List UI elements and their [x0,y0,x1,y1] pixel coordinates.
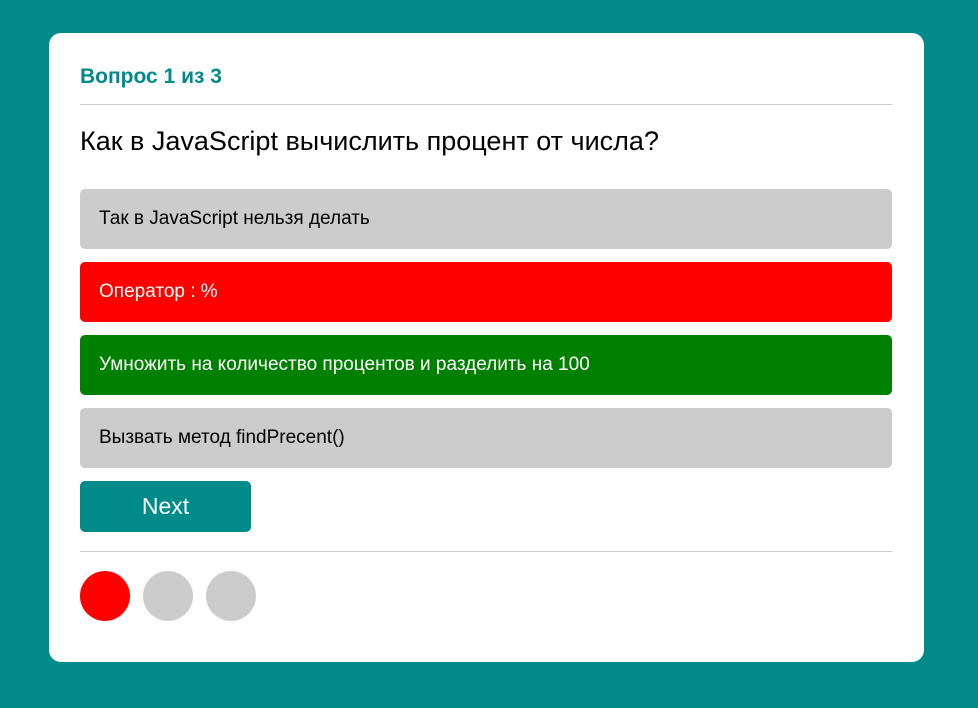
progress-indicator [80,571,893,621]
answer-options: Так в JavaScript нельзя делать Оператор … [80,189,892,468]
progress-dot-2 [143,571,193,621]
answer-option-1[interactable]: Так в JavaScript нельзя делать [80,189,892,249]
footer-divider [80,551,892,552]
quiz-card: Вопрос 1 из 3 Как в JavaScript вычислить… [49,33,924,662]
progress-dot-1 [80,571,130,621]
answer-option-2[interactable]: Оператор : % [80,262,892,322]
next-button[interactable]: Next [80,481,251,532]
answer-option-3[interactable]: Умножить на количество процентов и разде… [80,335,892,395]
header-divider [80,104,892,105]
answer-option-4[interactable]: Вызвать метод findPrecent() [80,408,892,468]
question-counter: Вопрос 1 из 3 [80,65,222,88]
progress-dot-3 [206,571,256,621]
question-text: Как в JavaScript вычислить процент от чи… [80,126,659,156]
